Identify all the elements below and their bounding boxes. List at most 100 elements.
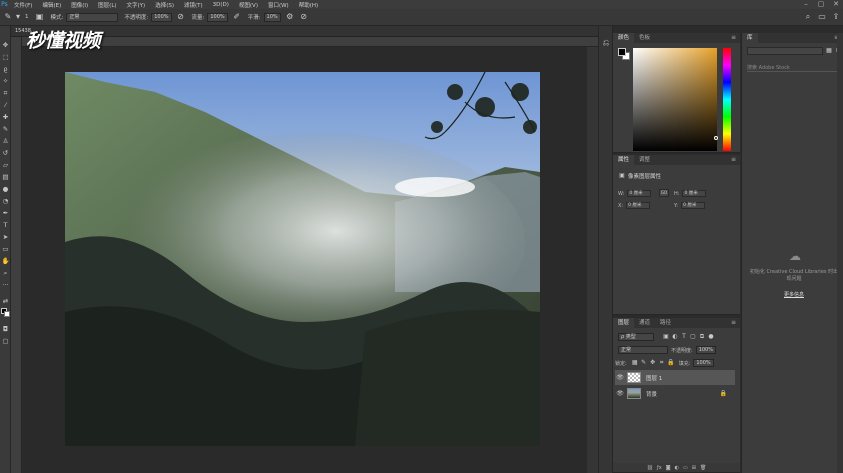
- tab-libraries[interactable]: 库: [742, 33, 758, 43]
- delete-layer-icon[interactable]: 🗑: [700, 465, 706, 471]
- tab-adjustments[interactable]: 调整: [634, 155, 655, 165]
- width-field[interactable]: 0 厘米: [627, 190, 652, 197]
- marquee-tool-icon[interactable]: ⬚: [1, 52, 10, 62]
- menu-file[interactable]: 文件(F): [9, 1, 37, 9]
- grid-view-icon[interactable]: ▦: [825, 47, 833, 55]
- menu-help[interactable]: 帮助(H): [294, 1, 323, 9]
- more-tools-icon[interactable]: ···: [1, 280, 10, 290]
- filter-shape-icon[interactable]: ▢: [689, 333, 697, 341]
- blend-mode-select[interactable]: 正常: [618, 346, 668, 354]
- hue-slider[interactable]: [723, 48, 731, 151]
- layer-opacity-input[interactable]: 100%: [695, 346, 716, 354]
- gradient-tool-icon[interactable]: ▤: [1, 172, 10, 182]
- history-panel-icon[interactable]: ⎌: [601, 38, 611, 48]
- lock-pixels-icon[interactable]: ✎: [640, 359, 648, 367]
- mode-select[interactable]: 正常: [66, 12, 119, 22]
- panel-menu-icon[interactable]: ≡: [731, 34, 736, 41]
- healing-tool-icon[interactable]: ✚: [1, 112, 10, 122]
- move-tool-icon[interactable]: ✥: [1, 40, 10, 50]
- brush-preset-picker[interactable]: ▾: [13, 12, 23, 22]
- shape-tool-icon[interactable]: ▭: [1, 244, 10, 254]
- eye-icon[interactable]: 👁: [615, 374, 625, 381]
- zoom-tool-icon[interactable]: ⌕: [1, 268, 10, 278]
- layer-kind-filter[interactable]: ρ 类型: [618, 333, 654, 341]
- quick-mask-icon[interactable]: ◘: [1, 324, 10, 334]
- opacity-input[interactable]: 100%: [151, 12, 172, 22]
- quick-select-tool-icon[interactable]: ✧: [1, 76, 10, 86]
- path-select-tool-icon[interactable]: ➤: [1, 232, 10, 242]
- menu-image[interactable]: 图像(I): [66, 1, 93, 9]
- menu-window[interactable]: 窗口(W): [263, 1, 294, 9]
- crop-tool-icon[interactable]: ⌗: [1, 88, 10, 98]
- type-tool-icon[interactable]: T: [1, 220, 10, 230]
- tab-layers[interactable]: 图层: [613, 318, 635, 328]
- filter-smart-icon[interactable]: ⧉: [698, 333, 706, 341]
- share-icon[interactable]: ⇪: [831, 12, 841, 22]
- dodge-tool-icon[interactable]: ◔: [1, 196, 10, 206]
- lock-position-icon[interactable]: ✥: [649, 359, 657, 367]
- more-info-link[interactable]: 更多信息: [748, 291, 840, 298]
- pen-tool-icon[interactable]: ✒: [1, 208, 10, 218]
- color-picker-field[interactable]: [633, 48, 717, 151]
- menu-3d[interactable]: 3D(D): [208, 2, 234, 8]
- background-color-swatch[interactable]: [4, 311, 10, 317]
- library-select[interactable]: [747, 47, 823, 55]
- pressure-opacity-icon[interactable]: ⊘: [176, 12, 186, 22]
- gear-icon[interactable]: ⚙: [285, 12, 295, 22]
- history-brush-tool-icon[interactable]: ↺: [1, 148, 10, 158]
- blur-tool-icon[interactable]: ●: [1, 184, 10, 194]
- hand-tool-icon[interactable]: ✋: [1, 256, 10, 266]
- eyedropper-tool-icon[interactable]: ⁄: [1, 100, 10, 110]
- maximize-button[interactable]: ▢: [814, 0, 828, 9]
- airbrush-icon[interactable]: ✐: [232, 12, 242, 22]
- pressure-size-icon[interactable]: ⊘: [299, 12, 309, 22]
- color-picker-cursor[interactable]: [714, 136, 718, 140]
- lock-all-icon[interactable]: 🔒: [667, 359, 675, 367]
- eraser-tool-icon[interactable]: ▱: [1, 160, 10, 170]
- link-dimensions-icon[interactable]: GO: [659, 189, 669, 197]
- brush-tool-icon[interactable]: ✎: [1, 124, 10, 134]
- layer-row[interactable]: 👁 背景 🔒: [615, 386, 735, 401]
- stamp-tool-icon[interactable]: ♙: [1, 136, 10, 146]
- smooth-input[interactable]: 10%: [263, 12, 281, 22]
- minimize-button[interactable]: –: [799, 0, 813, 9]
- tab-properties[interactable]: 属性: [613, 155, 635, 165]
- canvas-image[interactable]: [65, 72, 540, 446]
- panel-menu-icon[interactable]: ≡: [731, 319, 736, 326]
- eye-icon[interactable]: 👁: [615, 390, 625, 397]
- tab-swatches[interactable]: 色板: [634, 33, 655, 43]
- lock-icon[interactable]: 🔒: [720, 390, 727, 397]
- search-icon[interactable]: ⌕: [803, 12, 813, 22]
- layer-row[interactable]: 👁 图层 1: [615, 370, 735, 385]
- flow-input[interactable]: 100%: [207, 12, 228, 22]
- menu-layer[interactable]: 图层(L): [93, 1, 121, 9]
- tab-color[interactable]: 颜色: [613, 33, 635, 43]
- filter-toggle-icon[interactable]: ●: [707, 333, 715, 341]
- y-field[interactable]: 0 厘米: [681, 202, 706, 209]
- menu-view[interactable]: 视图(V): [234, 1, 263, 9]
- layer-style-icon[interactable]: ƒx: [657, 465, 662, 471]
- close-button[interactable]: ✕: [829, 0, 843, 9]
- brush-size[interactable]: 1: [25, 14, 29, 20]
- library-search-input[interactable]: 搜索 Adobe Stock: [747, 64, 839, 72]
- screen-mode-icon[interactable]: ▢: [1, 336, 10, 346]
- filter-type-icon[interactable]: T: [680, 333, 688, 341]
- lasso-tool-icon[interactable]: ϱ: [1, 64, 10, 74]
- filter-adjustment-icon[interactable]: ◐: [671, 333, 679, 341]
- brush-panel-icon[interactable]: ▣: [35, 12, 45, 22]
- lock-artboard-icon[interactable]: ⌗: [658, 359, 666, 367]
- brush-tool-icon[interactable]: ✎: [3, 12, 13, 22]
- lock-transparent-icon[interactable]: ▦: [631, 359, 639, 367]
- vertical-scrollbar[interactable]: [587, 47, 598, 473]
- workspace-icon[interactable]: ▭: [817, 12, 827, 22]
- swap-colors-icon[interactable]: ⇄: [1, 296, 10, 306]
- menu-type[interactable]: 文字(Y): [122, 1, 151, 9]
- filter-pixel-icon[interactable]: ▣: [662, 333, 670, 341]
- link-layers-icon[interactable]: ⛓: [647, 465, 653, 471]
- canvas-area[interactable]: [22, 47, 598, 473]
- panel-menu-icon[interactable]: ≡: [731, 156, 736, 163]
- x-field[interactable]: 0 厘米: [626, 202, 651, 209]
- menu-select[interactable]: 选择(S): [150, 1, 179, 9]
- foreground-color-box[interactable]: [618, 48, 626, 56]
- add-mask-icon[interactable]: ◙: [666, 465, 671, 471]
